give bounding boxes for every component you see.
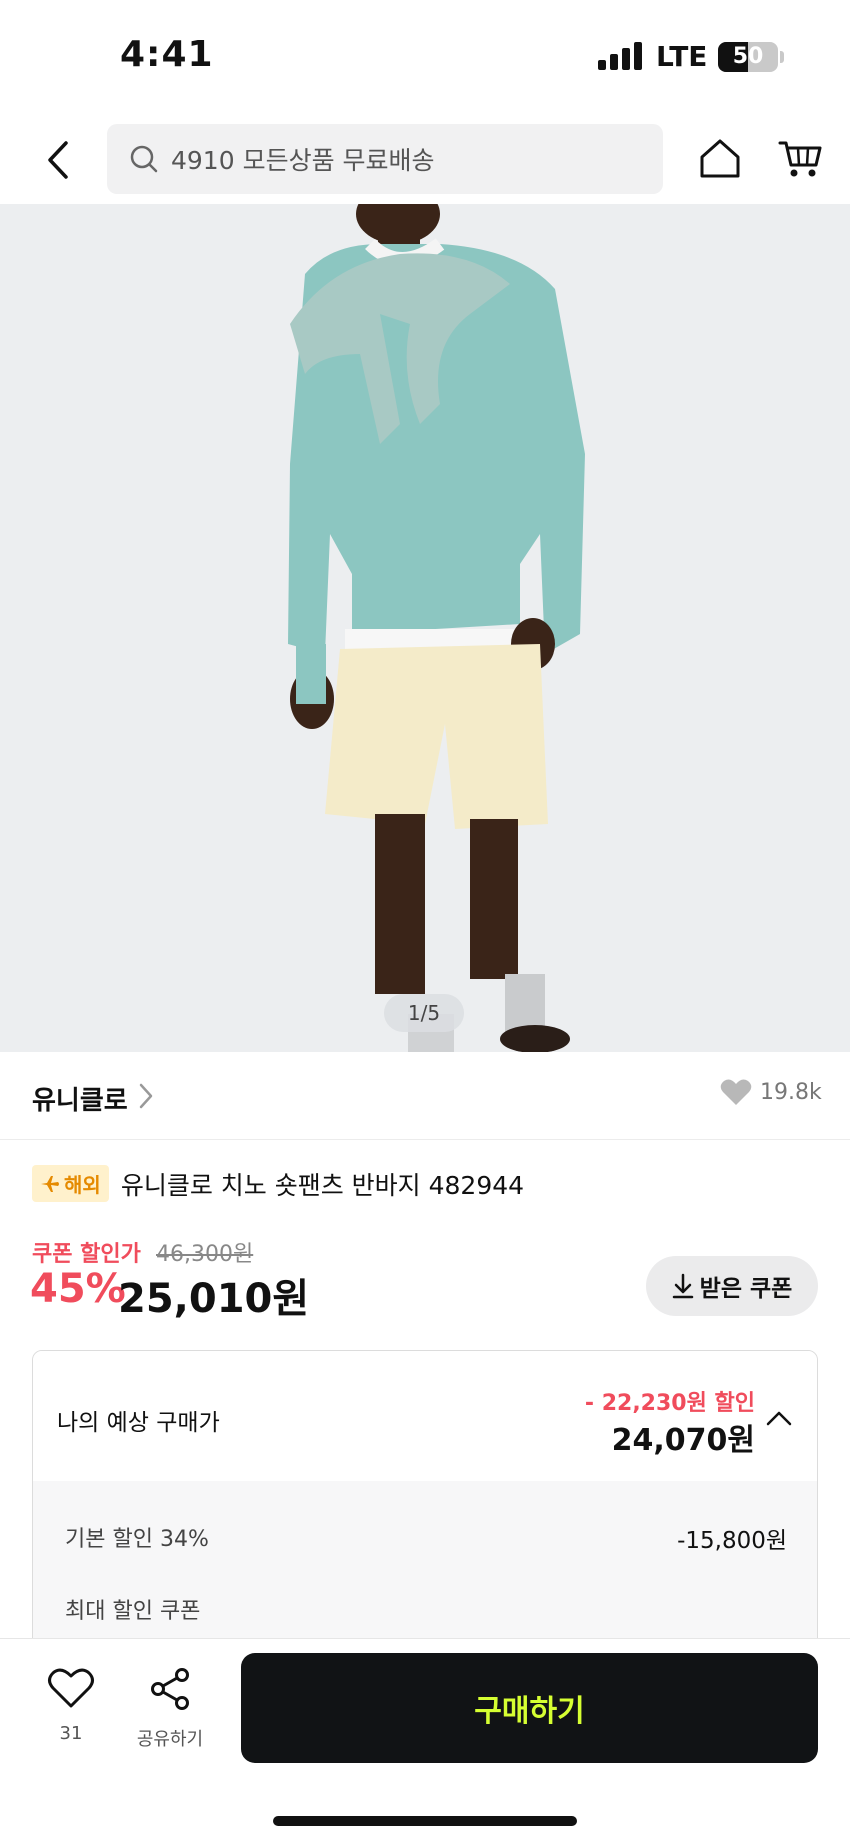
airplane-icon [41, 1175, 59, 1192]
network-type: LTE [656, 40, 708, 73]
share-button[interactable]: 공유하기 [130, 1667, 210, 1757]
share-icon [151, 1668, 189, 1710]
buy-button[interactable]: 구매하기 [241, 1653, 818, 1763]
expected-discount: - 22,230원 할인 [584, 1391, 755, 1416]
top-nav: 4910 모든상품 무료배송 [0, 116, 850, 204]
image-counter: 1/5 [384, 994, 464, 1032]
coupon-price-label: 쿠폰 할인가 [32, 1242, 141, 1267]
back-button[interactable] [30, 132, 86, 188]
status-time: 4:41 [120, 34, 214, 75]
brand-like-count: 19.8k [760, 1079, 822, 1105]
discount-rate: 45% [30, 1266, 126, 1312]
brand-like[interactable]: 19.8k [720, 1078, 822, 1106]
detail-value: -15,800원 [677, 1528, 787, 1554]
wishlist-count: 31 [59, 1723, 83, 1744]
received-coupon-button[interactable]: 받은 쿠폰 [646, 1256, 818, 1316]
search-input[interactable]: 4910 모든상품 무료배송 [107, 124, 663, 194]
overseas-badge: 해외 [32, 1165, 109, 1202]
product-title: 유니클로 치노 숏팬츠 반바지 482944 [120, 1170, 525, 1200]
cart-button[interactable] [772, 130, 828, 186]
detail-label: 최대 할인 쿠폰 [65, 1599, 201, 1624]
brand-row[interactable]: 유니클로 19.8k [0, 1052, 850, 1140]
detail-row: 최대 할인 쿠폰 [65, 1593, 787, 1625]
search-placeholder: 4910 모든상품 무료배송 [171, 146, 435, 175]
original-price: 46,300원 [156, 1242, 254, 1267]
bottom-action-bar: 31 공유하기 구매하기 [0, 1638, 850, 1842]
home-indicator[interactable] [273, 1816, 577, 1826]
sale-price: 25,010원 [118, 1276, 310, 1322]
battery-icon: 50 [718, 42, 778, 72]
heart-filled-icon [720, 1079, 752, 1105]
download-icon [672, 1273, 693, 1299]
heart-outline-icon [48, 1668, 94, 1708]
wishlist-button[interactable]: 31 [36, 1667, 106, 1757]
expected-price: 24,070원 [611, 1423, 755, 1458]
product-title-row: 해외 유니클로 치노 숏팬츠 반바지 482944 [32, 1165, 524, 1202]
detail-label: 기본 할인 34% [65, 1527, 209, 1552]
share-label: 공유하기 [136, 1729, 204, 1750]
product-photo [0, 204, 850, 1052]
back-chevron-icon [48, 141, 68, 179]
brand-name[interactable]: 유니클로 [32, 1080, 128, 1117]
cart-icon [778, 141, 822, 177]
detail-row: 기본 할인 34% -15,800원 [65, 1521, 787, 1554]
received-coupon-label: 받은 쿠폰 [699, 1276, 793, 1302]
signal-icon [598, 42, 644, 70]
product-image-gallery[interactable]: 1/5 [0, 204, 850, 1052]
status-bar: 4:41 LTE 50 [0, 0, 850, 116]
expected-price-details: 기본 할인 34% -15,800원 최대 할인 쿠폰 [33, 1481, 817, 1649]
home-icon [700, 139, 740, 178]
chevron-right-icon [139, 1083, 153, 1109]
expected-price-panel: 나의 예상 구매가 - 22,230원 할인 24,070원 기본 할인 34%… [32, 1350, 818, 1650]
chevron-up-icon[interactable] [765, 1409, 793, 1427]
battery-cap [780, 51, 784, 63]
expected-price-label: 나의 예상 구매가 [57, 1410, 220, 1436]
search-icon [130, 145, 158, 173]
battery-level: 50 [732, 44, 764, 69]
expected-price-header[interactable]: 나의 예상 구매가 - 22,230원 할인 24,070원 [33, 1351, 817, 1481]
home-button[interactable] [692, 130, 748, 186]
overseas-badge-label: 해외 [64, 1173, 101, 1197]
